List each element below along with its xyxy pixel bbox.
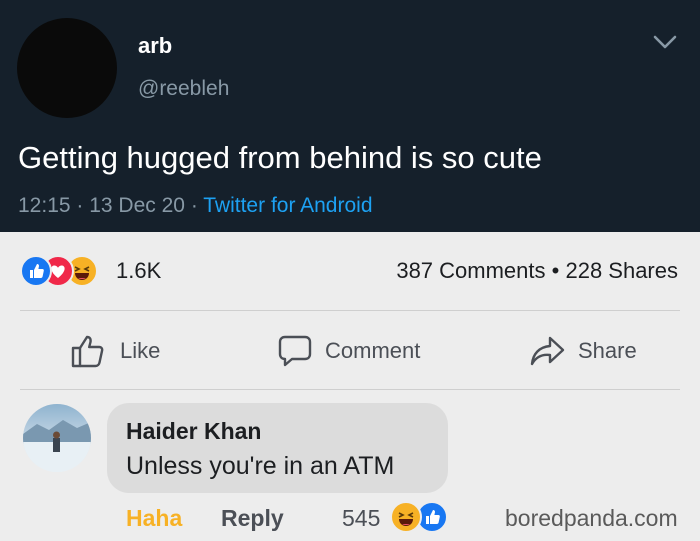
like-label: Like (120, 338, 161, 363)
like-reaction-icon (20, 255, 52, 287)
watermark: boredpanda.com (505, 505, 678, 531)
speech-bubble-icon (278, 335, 312, 367)
stats-separator: • (551, 258, 566, 283)
reaction-summary[interactable] (20, 255, 110, 287)
tweet-avatar[interactable] (17, 18, 117, 118)
tweet-display-name[interactable]: arb (138, 33, 172, 59)
reaction-count[interactable]: 1.6K (116, 258, 161, 284)
comment-text: Unless you're in an ATM (126, 452, 395, 480)
tweet-time: 12:15 (18, 194, 71, 217)
tweet-card: arb @reebleh Getting hugged from behind … (0, 0, 700, 232)
share-arrow-icon (530, 336, 565, 366)
divider (20, 389, 680, 390)
divider (20, 310, 680, 311)
engagement-stats: 387 Comments • 228 Shares (396, 258, 678, 284)
meta-separator: · (76, 194, 90, 217)
avatar-photo (23, 420, 91, 472)
tweet-date: 13 Dec 20 (89, 194, 185, 217)
comment-reply-button[interactable]: Reply (221, 505, 284, 532)
share-label: Share (578, 338, 637, 363)
tweet-text: Getting hugged from behind is so cute (18, 140, 542, 175)
share-button[interactable]: Share (530, 333, 637, 369)
commenter-avatar[interactable] (23, 404, 91, 472)
chevron-down-icon[interactable] (652, 34, 678, 50)
shares-count[interactable]: 228 Shares (565, 258, 678, 283)
comment-haha-button[interactable]: Haha (126, 505, 182, 532)
like-button[interactable]: Like (70, 333, 160, 369)
comment-button[interactable]: Comment (277, 333, 420, 369)
comment-author[interactable]: Haider Khan (126, 418, 261, 445)
thumbs-up-icon (71, 335, 104, 368)
comments-count[interactable]: 387 Comments (396, 258, 545, 283)
tweet-handle[interactable]: @reebleh (138, 77, 229, 101)
meta-separator: · (190, 194, 204, 217)
comment-label: Comment (325, 338, 421, 363)
tweet-source[interactable]: Twitter for Android (203, 194, 372, 217)
tweet-meta: 12:15 · 13 Dec 20 · Twitter for Android (18, 194, 373, 218)
haha-reaction-icon (390, 501, 422, 533)
comment-reaction-count[interactable]: 545 (342, 505, 380, 532)
